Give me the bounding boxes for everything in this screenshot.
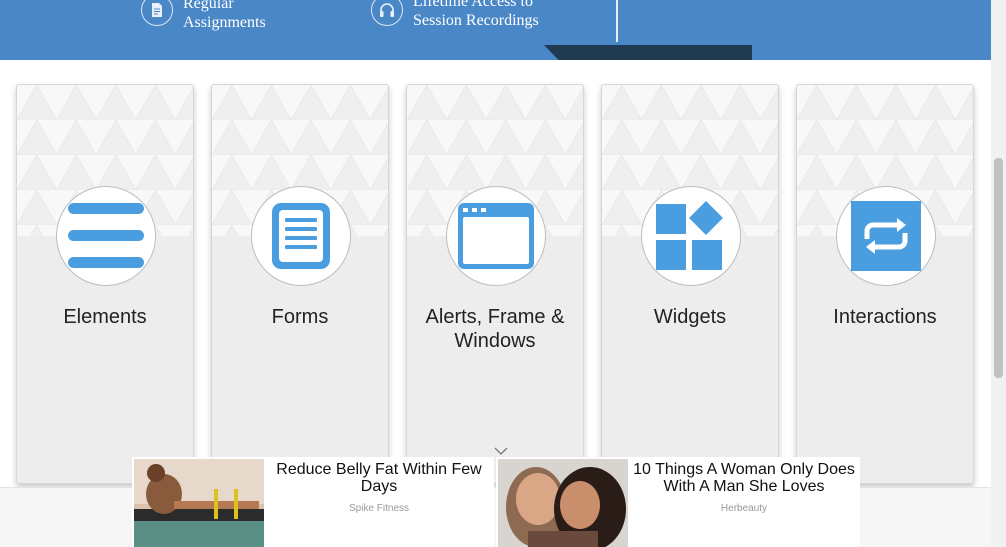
card-avatar [56, 186, 156, 286]
headphones-icon [371, 0, 403, 26]
ad-source: Herbeauty [720, 503, 768, 514]
ad-headline[interactable]: Reduce Belly Fat Within Few Days [264, 461, 494, 495]
banner-ribbon [544, 45, 752, 60]
ad-thumbnail [498, 459, 628, 547]
banner-item-line1: Lifetime Access to [413, 0, 533, 10]
form-document-icon [272, 203, 330, 269]
card-title: Widgets [653, 306, 727, 328]
ad-source: Spike Fitness [348, 503, 410, 514]
card-avatar [836, 186, 936, 286]
banner-item-recordings: Lifetime Access to Session Recordings [371, 0, 539, 30]
page: Regular Assignments Lifetime Access to S… [0, 0, 1006, 547]
document-icon [141, 0, 173, 26]
banner-item-assignments: Regular Assignments [141, 0, 266, 32]
card-title: Forms [271, 306, 329, 328]
ad-ten-things[interactable]: 10 Things A Woman Only Does With A Man S… [496, 457, 860, 547]
ad-thumbnail [134, 459, 264, 547]
repeat-arrows-icon [851, 201, 921, 271]
banner-item-line2: Assignments [183, 14, 266, 31]
card-interactions[interactable]: Interactions [796, 84, 974, 484]
card-elements[interactable]: Elements [16, 84, 194, 484]
ad-belly-fat[interactable]: Reduce Belly Fat Within Few Days Spike F… [132, 457, 494, 547]
page-scrollbar[interactable] [991, 0, 1006, 547]
banner-item-line2: Session Recordings [413, 12, 539, 29]
hamburger-menu-icon [68, 203, 144, 268]
card-widgets[interactable]: Widgets [601, 84, 779, 484]
banner-item-line1: Regular [183, 0, 234, 12]
card-alerts-frame-windows[interactable]: Alerts, Frame & Windows [406, 84, 584, 484]
browser-window-icon [458, 203, 534, 269]
top-banner: Regular Assignments Lifetime Access to S… [0, 0, 991, 60]
card-avatar [641, 186, 741, 286]
banner-divider [616, 0, 618, 42]
card-avatar [446, 186, 546, 286]
card-title: Interactions [833, 306, 937, 328]
card-avatar [251, 186, 351, 286]
card-forms[interactable]: Forms [211, 84, 389, 484]
ad-headline[interactable]: 10 Things A Woman Only Does With A Man S… [628, 461, 860, 495]
widgets-grid-icon [656, 201, 723, 270]
card-title: Alerts, Frame & Windows [425, 306, 565, 352]
scrollbar-thumb[interactable] [994, 158, 1003, 378]
card-title: Elements [63, 306, 147, 328]
